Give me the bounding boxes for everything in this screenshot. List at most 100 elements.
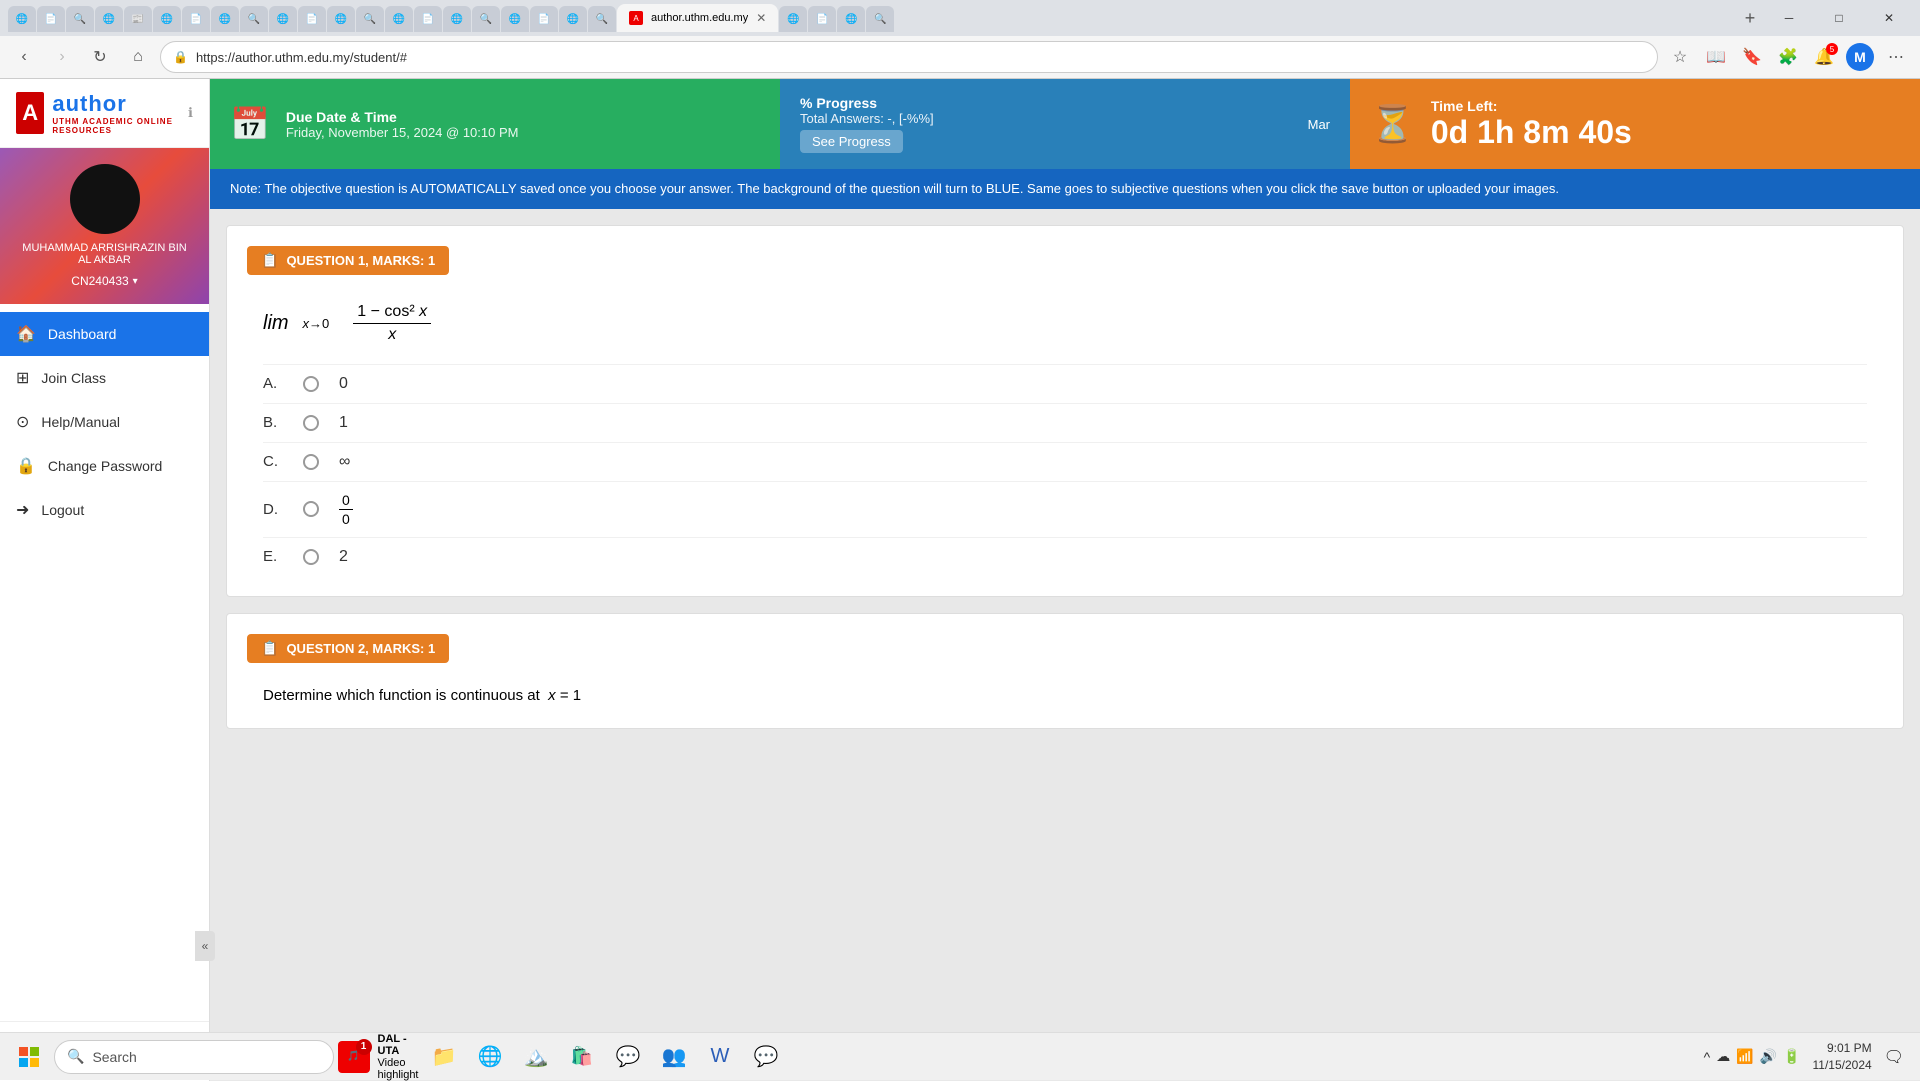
browser-tab[interactable]: 🔍	[240, 6, 268, 32]
taskbar-explorer-icon[interactable]: 📁	[422, 1035, 466, 1079]
option-d-radio[interactable]	[303, 501, 319, 517]
dal-uta-taskbar-item[interactable]: 1 🎵 DAL - UTA Video highlight	[338, 1035, 418, 1079]
favorites-icon[interactable]: ☆	[1664, 41, 1696, 73]
browser-tab[interactable]: 🌐	[8, 6, 36, 32]
maximize-button[interactable]: □	[1816, 4, 1862, 32]
close-window-button[interactable]: ✕	[1866, 4, 1912, 32]
sidebar-item-logout[interactable]: ➜ Logout	[0, 488, 209, 532]
taskbar-teams2-icon[interactable]: 👥	[652, 1035, 696, 1079]
option-e-radio[interactable]	[303, 549, 319, 565]
browser-tab[interactable]: 📄	[530, 6, 558, 32]
taskbar-wallpaper-icon[interactable]: 🏔️	[514, 1035, 558, 1079]
taskbar-pinned-apps: 📁 🌐 🏔️ 🛍️ 💬 👥 W 💬	[422, 1035, 788, 1079]
browser-tab[interactable]: 📄	[414, 6, 442, 32]
collections-icon[interactable]: 🔖	[1736, 41, 1768, 73]
d-denominator: 0	[339, 510, 353, 527]
stats-banner: 📅 Due Date & Time Friday, November 15, 2…	[210, 79, 1920, 169]
browser-tab[interactable]: 🌐	[385, 6, 413, 32]
answer-options: A. 0 B. 1 C. ∞ D.	[247, 364, 1883, 576]
search-icon: 🔍	[67, 1048, 84, 1065]
search-text: Search	[92, 1049, 136, 1065]
minimize-button[interactable]: ─	[1766, 4, 1812, 32]
browser-tab[interactable]: 🔍	[472, 6, 500, 32]
browser-tab[interactable]: 📄	[37, 6, 65, 32]
sidebar-item-dashboard[interactable]: 🏠 Dashboard	[0, 312, 209, 356]
sidebar-item-change-password[interactable]: 🔒 Change Password	[0, 444, 209, 488]
tray-time[interactable]: 9:01 PM 11/15/2024	[1809, 1040, 1876, 1074]
browser-tab[interactable]: 🌐	[269, 6, 297, 32]
option-c-radio[interactable]	[303, 454, 319, 470]
user-dropdown-arrow[interactable]: ▾	[133, 276, 138, 287]
browser-tab[interactable]: 🌐	[837, 6, 865, 32]
browser-tab[interactable]: 🌐	[327, 6, 355, 32]
browser-tab[interactable]: 🌐	[211, 6, 239, 32]
timer-icon: ⏳	[1370, 103, 1415, 145]
questions-area[interactable]: 📋 QUESTION 1, MARKS: 1 lim x→0 1 − cos² …	[210, 209, 1920, 1081]
video-highlight-label: Video highlight	[378, 1057, 419, 1081]
browser-tab[interactable]: 📄	[298, 6, 326, 32]
extensions-icon[interactable]: 🧩	[1772, 41, 1804, 73]
browser-tab[interactable]: 🔍	[866, 6, 894, 32]
avatar	[70, 164, 140, 234]
sidebar-collapse-button[interactable]: «	[195, 931, 215, 961]
taskbar-whatsapp-icon[interactable]: 💬	[744, 1035, 788, 1079]
see-progress-button[interactable]: See Progress	[800, 130, 903, 153]
taskbar-word-icon[interactable]: W	[698, 1035, 742, 1079]
browser-tab[interactable]: 🔍	[356, 6, 384, 32]
taskbar-microsoft-store-icon[interactable]: 🛍️	[560, 1035, 604, 1079]
option-e-value: 2	[339, 548, 348, 566]
back-button[interactable]: ‹	[8, 41, 40, 73]
start-button[interactable]	[8, 1036, 50, 1078]
taskbar-teams-icon[interactable]: 💬	[606, 1035, 650, 1079]
option-a-letter: A.	[263, 375, 283, 392]
notification-badge: 1	[356, 1039, 372, 1055]
reading-view-icon[interactable]: 📖	[1700, 41, 1732, 73]
refresh-button[interactable]: ↻	[84, 41, 116, 73]
active-tab[interactable]: A author.uthm.edu.my ✕	[617, 4, 778, 32]
browser-tab[interactable]: 📰	[124, 6, 152, 32]
dal-uta-label: DAL - UTA	[378, 1033, 419, 1057]
tray-wifi-icon[interactable]: 📶	[1736, 1048, 1753, 1065]
browser-tab[interactable]: 🌐	[153, 6, 181, 32]
option-a-radio[interactable]	[303, 376, 319, 392]
tray-volume-icon[interactable]: 🔊	[1760, 1048, 1777, 1065]
logo-text: author UTHM ACADEMIC ONLINE RESOURCES	[52, 91, 176, 135]
browser-tab[interactable]: 📄	[182, 6, 210, 32]
option-c-letter: C.	[263, 453, 283, 470]
browser-tab[interactable]: 🌐	[559, 6, 587, 32]
taskbar-edge-icon[interactable]: 🌐	[468, 1035, 512, 1079]
address-bar[interactable]: 🔒 https://author.uthm.edu.my/student/#	[160, 41, 1658, 73]
tray-icons: ^ ☁ 📶 🔊 🔋	[1704, 1048, 1801, 1065]
home-button[interactable]: ⌂	[122, 41, 154, 73]
account-icon[interactable]: M	[1844, 41, 1876, 73]
user-profile: MUHAMMAD ARRISHRAZIN BIN AL AKBAR CN2404…	[0, 148, 209, 304]
question-2-card: 📋 QUESTION 2, MARKS: 1 Determine which f…	[226, 613, 1904, 729]
new-tab-button[interactable]: +	[1736, 4, 1764, 32]
browser-tab[interactable]: 📄	[808, 6, 836, 32]
taskbar-search[interactable]: 🔍 Search	[54, 1040, 334, 1074]
forward-button[interactable]: ›	[46, 41, 78, 73]
tray-notifications-icon[interactable]: 🗨	[1884, 1047, 1904, 1067]
tray-battery-icon[interactable]: 🔋	[1783, 1048, 1800, 1065]
formula-numerator: 1 − cos² x	[353, 303, 431, 324]
browser-tab[interactable]: 🌐	[95, 6, 123, 32]
sidebar-item-join-class[interactable]: ⊞ Join Class	[0, 356, 209, 400]
browser-tab[interactable]: 🌐	[501, 6, 529, 32]
browser-tab[interactable]: 🔍	[588, 6, 616, 32]
info-icon[interactable]: ℹ	[188, 105, 193, 121]
tray-cloud-icon[interactable]: ☁	[1716, 1048, 1730, 1065]
sidebar-item-label: Change Password	[48, 458, 162, 474]
settings-icon[interactable]: ⋯	[1880, 41, 1912, 73]
browser-tab[interactable]: 🔍	[66, 6, 94, 32]
sidebar-item-help[interactable]: ⊙ Help/Manual	[0, 400, 209, 444]
tab-close-button[interactable]: ✕	[756, 11, 766, 25]
browser-tab[interactable]: 🌐	[443, 6, 471, 32]
notification-icon[interactable]: 🔔 5	[1808, 41, 1840, 73]
help-icon: ⊙	[16, 412, 29, 432]
lim-text: lim	[263, 312, 289, 335]
tray-chevron-icon[interactable]: ^	[1704, 1049, 1711, 1065]
question-icon: 📋	[261, 252, 278, 269]
option-b-radio[interactable]	[303, 415, 319, 431]
browser-tab[interactable]: 🌐	[779, 6, 807, 32]
answer-option-d: D. 0 0	[263, 481, 1867, 537]
